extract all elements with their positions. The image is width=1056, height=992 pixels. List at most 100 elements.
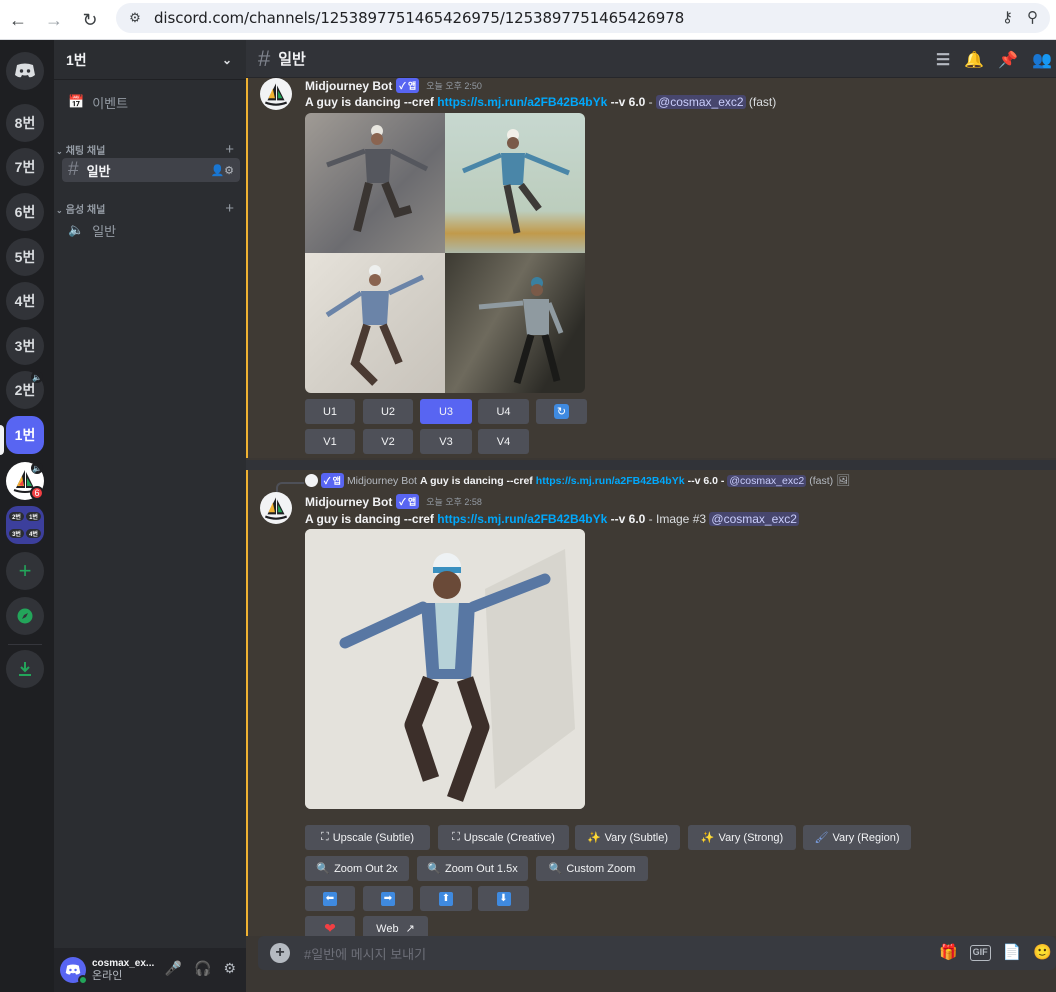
- upscale-creative-button[interactable]: ⛶ Upscale (Creative): [438, 825, 569, 850]
- prompt-text: A guy is dancing --cref: [305, 512, 434, 526]
- button-label: Vary (Subtle): [604, 831, 669, 844]
- heart-icon: ❤: [324, 920, 336, 936]
- server-1[interactable]: 1번: [6, 416, 44, 454]
- midjourney-avatar[interactable]: [260, 78, 292, 110]
- variation-v1-button[interactable]: V1: [305, 429, 355, 454]
- active-server-pill: [0, 425, 4, 455]
- settings-gear-icon[interactable]: ⚙: [223, 960, 236, 977]
- invite-settings-icons[interactable]: 👤⚙: [210, 164, 234, 177]
- reroll-button[interactable]: ↻: [536, 399, 587, 424]
- server-7[interactable]: 7번: [6, 148, 44, 186]
- app-tag: ✓ 앱: [321, 473, 344, 488]
- voice-category-label: 음성 채널: [65, 205, 106, 216]
- folder-server-label: 1번: [26, 512, 41, 521]
- app-tag-label: 앱: [332, 476, 341, 486]
- speaker-icon: 🔈: [68, 222, 85, 237]
- message-composer[interactable]: + #일반에 메시지 보내기 🎁 GIF 📄 🙂: [258, 936, 1056, 970]
- external-link-icon: ↗: [405, 923, 415, 935]
- server-folder[interactable]: 2번 1번 3번 4번: [6, 506, 44, 544]
- upscaled-image[interactable]: [305, 529, 585, 809]
- user-name: cosmax_ex...: [92, 958, 155, 969]
- explore-compass-icon[interactable]: [6, 597, 44, 635]
- expand-icon: ⛶: [452, 831, 460, 843]
- headphones-icon[interactable]: 🎧: [194, 960, 211, 977]
- text-category[interactable]: ⌄ 채팅 채널 +: [56, 141, 240, 158]
- custom-zoom-button[interactable]: 🔍 Custom Zoom: [536, 856, 648, 881]
- site-settings-icon[interactable]: ⚙: [124, 7, 146, 29]
- button-label: Upscale (Subtle): [332, 831, 415, 844]
- pan-right-button[interactable]: ➡: [363, 886, 413, 911]
- message-1: Midjourney Bot ✓ 앱 오늘 오후 2:50 A guy is d…: [246, 78, 1056, 458]
- attach-plus-icon[interactable]: +: [270, 943, 290, 963]
- channel-label: 일반: [86, 163, 111, 179]
- download-icon[interactable]: [6, 650, 44, 688]
- server-5[interactable]: 5번: [6, 238, 44, 276]
- server-8[interactable]: 8번: [6, 104, 44, 142]
- zoom-out-1-5x-button[interactable]: 🔍 Zoom Out 1.5x: [417, 856, 528, 881]
- server-6[interactable]: 6번: [6, 193, 44, 231]
- variation-v3-button[interactable]: V3: [420, 429, 472, 454]
- variation-v4-button[interactable]: V4: [478, 429, 529, 454]
- reload-icon[interactable]: ↻: [76, 6, 104, 34]
- pan-up-button[interactable]: ⬆: [420, 886, 472, 911]
- image-tile-1[interactable]: [305, 113, 445, 253]
- author-name[interactable]: Midjourney Bot: [305, 79, 392, 93]
- timestamp: 오늘 오후 2:50: [426, 81, 482, 91]
- author-name[interactable]: Midjourney Bot: [305, 495, 392, 509]
- upscale-u3-button[interactable]: U3: [420, 399, 472, 424]
- mic-muted-icon[interactable]: 🎤: [165, 960, 182, 977]
- user-mention[interactable]: @cosmax_exc2: [656, 95, 746, 109]
- threads-icon[interactable]: ☰: [936, 50, 950, 70]
- image-tile-4[interactable]: [445, 253, 585, 393]
- midjourney-avatar[interactable]: [260, 492, 292, 524]
- image-grid[interactable]: [305, 113, 585, 393]
- user-mention[interactable]: @cosmax_exc2: [709, 512, 799, 526]
- cref-link[interactable]: https://s.mj.run/a2FB42B4bYk: [437, 95, 607, 109]
- reply-version: --v 6.0 -: [687, 474, 725, 487]
- variation-v2-button[interactable]: V2: [363, 429, 413, 454]
- pin-icon[interactable]: 📌: [998, 50, 1018, 70]
- emoji-icon[interactable]: 🙂: [1033, 943, 1052, 961]
- upscale-u2-button[interactable]: U2: [363, 399, 413, 424]
- image-tile-2[interactable]: [445, 113, 585, 253]
- upscale-u1-button[interactable]: U1: [305, 399, 355, 424]
- zoom-out-2x-button[interactable]: 🔍 Zoom Out 2x: [305, 856, 409, 881]
- add-channel-icon[interactable]: +: [225, 200, 234, 217]
- zoom-icon[interactable]: ⚲: [1027, 8, 1038, 26]
- image-tile-3[interactable]: [305, 253, 445, 393]
- hash-icon: #: [258, 45, 271, 71]
- guild-header[interactable]: 1번 ⌄: [54, 40, 246, 80]
- gift-icon[interactable]: 🎁: [939, 943, 958, 961]
- add-channel-icon[interactable]: +: [225, 141, 234, 158]
- address-bar[interactable]: ⚙ discord.com/channels/12538977514654269…: [116, 3, 1050, 33]
- gif-icon[interactable]: GIF: [969, 945, 991, 961]
- button-label: Upscale (Creative): [463, 831, 555, 844]
- add-server-icon[interactable]: +: [6, 552, 44, 590]
- forward-icon[interactable]: →: [40, 6, 68, 34]
- server-4[interactable]: 4번: [6, 282, 44, 320]
- discord-home-icon[interactable]: [6, 52, 44, 90]
- pan-down-button[interactable]: ⬇: [478, 886, 529, 911]
- cref-link[interactable]: https://s.mj.run/a2FB42B4bYk: [437, 512, 607, 526]
- server-3[interactable]: 3번: [6, 327, 44, 365]
- user-avatar[interactable]: [60, 957, 88, 985]
- app-tag-label: 앱: [407, 497, 417, 507]
- vary-strong-button[interactable]: ✨ Vary (Strong): [688, 825, 796, 850]
- upscale-u4-button[interactable]: U4: [478, 399, 529, 424]
- pan-left-button[interactable]: ⬅: [305, 886, 355, 911]
- version-text: --v 6.0: [610, 95, 646, 109]
- voice-category[interactable]: ⌄ 음성 채널 +: [56, 200, 240, 217]
- voice-channel-general[interactable]: 🔈 일반: [62, 218, 240, 242]
- reply-preview[interactable]: ✓ 앱 Midjourney Bot A guy is dancing --cr…: [305, 473, 850, 488]
- events-item[interactable]: 📅 이벤트: [62, 90, 240, 114]
- vary-region-button[interactable]: 🖌 Vary (Region): [803, 825, 911, 850]
- back-icon[interactable]: ←: [4, 6, 32, 34]
- channel-general[interactable]: # 일반 👤⚙: [62, 158, 240, 182]
- sticker-icon[interactable]: 📄: [1003, 943, 1022, 961]
- members-icon[interactable]: 👥: [1032, 50, 1052, 70]
- folder-server-label: 3번: [9, 529, 24, 538]
- key-icon[interactable]: ⚷: [1002, 8, 1013, 26]
- vary-subtle-button[interactable]: ✨ Vary (Subtle): [575, 825, 680, 850]
- upscale-subtle-button[interactable]: ⛶ Upscale (Subtle): [305, 825, 430, 850]
- bell-icon[interactable]: 🔔: [964, 50, 984, 70]
